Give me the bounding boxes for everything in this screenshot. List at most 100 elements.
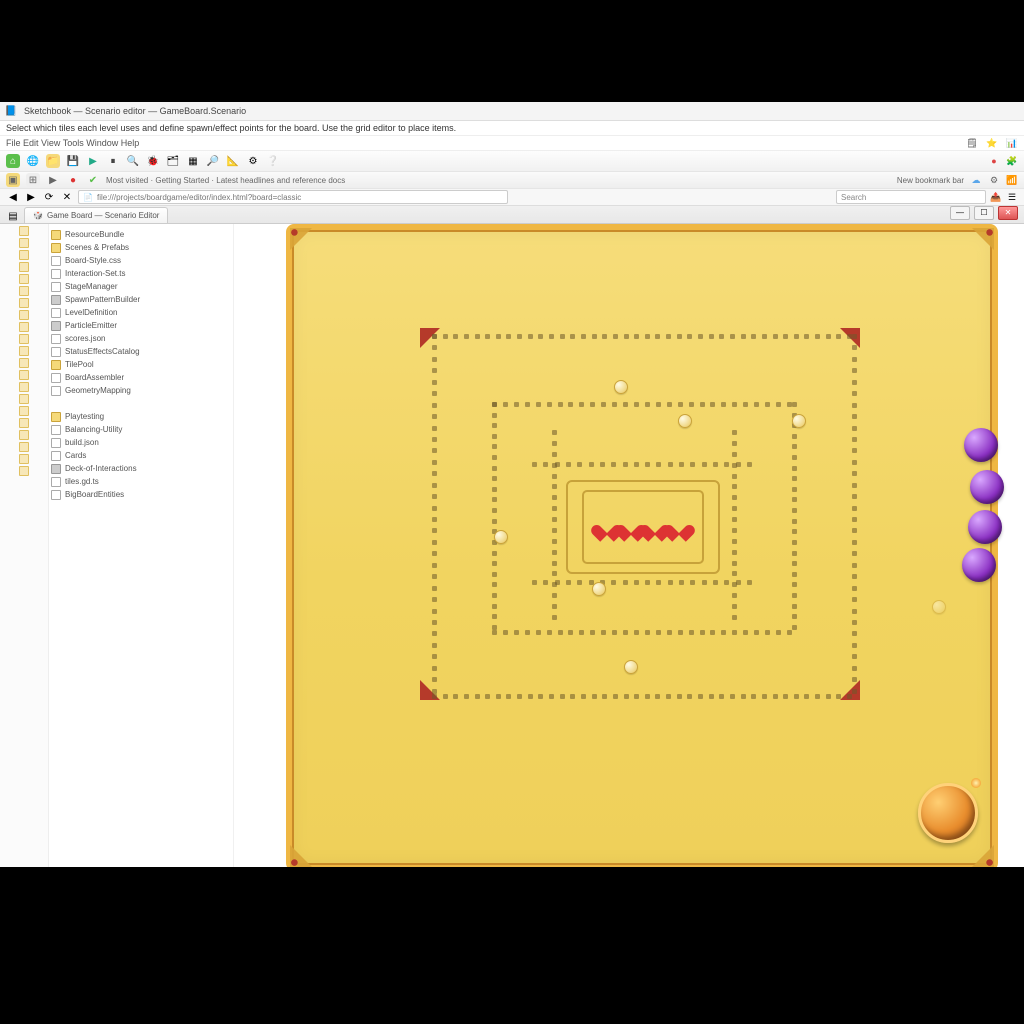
star-icon[interactable]: ⭐ — [986, 137, 998, 149]
extension-icon[interactable]: 🧩 — [1006, 155, 1018, 167]
tab-active[interactable]: 🎲 Game Board — Scenario Editor — [24, 207, 168, 223]
bookmark-newtab-icon[interactable]: ⊞ — [26, 173, 40, 187]
sprite-token[interactable] — [614, 380, 628, 394]
layers-icon[interactable]: 🗂 — [166, 154, 180, 168]
tree-item[interactable]: SpawnPatternBuilder — [51, 293, 231, 306]
sprite-token[interactable] — [792, 414, 806, 428]
tree-item[interactable]: Balancing-Utility — [51, 423, 231, 436]
tree-item[interactable]: Scenes & Prefabs — [51, 241, 231, 254]
tree-item[interactable]: BoardAssembler — [51, 371, 231, 384]
tree-item[interactable]: ResourceBundle — [51, 228, 231, 241]
tree-item[interactable]: StatusEffectsCatalog — [51, 345, 231, 358]
tree-item[interactable] — [51, 397, 231, 410]
chart-icon[interactable]: 📊 — [1006, 137, 1018, 149]
sprite-token[interactable] — [494, 530, 508, 544]
minimize-button[interactable]: — — [950, 206, 970, 220]
heart-icon[interactable] — [621, 518, 641, 536]
tree-item[interactable]: LevelDefinition — [51, 306, 231, 319]
center-card[interactable] — [582, 490, 704, 564]
tree-item[interactable]: StageManager — [51, 280, 231, 293]
tree-item[interactable]: build.json — [51, 436, 231, 449]
bookmark-right-text[interactable]: New bookmark bar — [897, 176, 964, 185]
maximize-button[interactable]: ☐ — [974, 206, 994, 220]
tree-item[interactable]: Interaction-Set.ts — [51, 267, 231, 280]
ruler-icon[interactable]: 📐 — [226, 154, 240, 168]
url-input[interactable]: 📄 file:///projects/boardgame/editor/inde… — [78, 190, 508, 204]
tree-item-label: ResourceBundle — [65, 230, 124, 239]
center-zone[interactable] — [566, 480, 720, 574]
bookmark-text[interactable]: Most visited · Getting Started · Latest … — [106, 176, 345, 185]
orb-token[interactable] — [964, 428, 998, 462]
orb-token[interactable] — [968, 510, 1002, 544]
header-description: Select which tiles each level uses and d… — [0, 121, 1024, 136]
gear-icon[interactable]: ⚙ — [246, 154, 260, 168]
help-icon[interactable]: ❔ — [266, 154, 280, 168]
favicon: 📄 — [83, 193, 93, 202]
sprite-token[interactable] — [932, 600, 946, 614]
file-icon — [51, 386, 61, 396]
game-board[interactable] — [286, 224, 998, 871]
bookmark-rec-icon[interactable]: ● — [66, 173, 80, 187]
notes-icon[interactable]: 🗒 — [966, 137, 978, 149]
menubar[interactable]: File Edit View Tools Window Help 🗒 ⭐ 📊 — [0, 136, 1024, 151]
bookmark-gear-icon[interactable]: ⚙ — [988, 174, 1000, 186]
zoom-icon[interactable]: 🔎 — [206, 154, 220, 168]
bookmark-ok-icon[interactable]: ✔ — [86, 173, 100, 187]
tree-item[interactable]: TilePool — [51, 358, 231, 371]
sidebar-toggle-icon[interactable]: ▤ — [6, 209, 20, 223]
tab-strip: ▤ 🎲 Game Board — Scenario Editor ⋯ — [0, 206, 1024, 224]
menubar-text[interactable]: File Edit View Tools Window Help — [6, 138, 139, 148]
tree-item-label: Interaction-Set.ts — [65, 269, 125, 278]
heart-icon[interactable] — [645, 518, 665, 536]
stop-icon[interactable]: ✕ — [60, 190, 74, 204]
orb-token[interactable] — [970, 470, 1004, 504]
share-icon[interactable]: 📤 — [990, 191, 1002, 203]
gutter-marker — [19, 334, 29, 344]
corner-ornament-icon — [972, 845, 994, 867]
corner-ornament-icon — [972, 228, 994, 250]
home-icon[interactable]: ⌂ — [6, 154, 20, 168]
tree-item[interactable]: GeometryMapping — [51, 384, 231, 397]
reload-icon[interactable]: ⟳ — [42, 190, 56, 204]
heart-icon[interactable] — [597, 518, 617, 536]
search-icon[interactable]: 🔍 — [126, 154, 140, 168]
tree-item[interactable]: ParticleEmitter — [51, 319, 231, 332]
globe-icon[interactable]: 🌐 — [26, 154, 40, 168]
search-input[interactable]: Search — [836, 190, 986, 204]
bug-icon[interactable]: 🐞 — [146, 154, 160, 168]
tree-item[interactable]: Playtesting — [51, 410, 231, 423]
project-tree[interactable]: ResourceBundle Scenes & PrefabsBoard-Styl… — [49, 224, 234, 879]
rss-icon[interactable]: 📶 — [1006, 174, 1018, 186]
folder-icon[interactable]: 📁 — [46, 154, 60, 168]
tree-item[interactable]: BigBoardEntities — [51, 488, 231, 501]
tree-item[interactable]: Board-Style.css — [51, 254, 231, 267]
tree-item[interactable]: tiles.gd.ts — [51, 475, 231, 488]
play-icon[interactable]: ▶ — [86, 154, 100, 168]
tree-item[interactable]: Deck-of-Interactions — [51, 462, 231, 475]
power-bomb[interactable] — [918, 783, 978, 843]
tree-item[interactable]: scores.json — [51, 332, 231, 345]
menu-icon[interactable]: ☰ — [1006, 191, 1018, 203]
gutter-marker — [19, 274, 29, 284]
pause-icon[interactable]: ⏸ — [106, 154, 120, 168]
cloud-icon[interactable]: ☁ — [970, 174, 982, 186]
main-toolbar: ⌂ 🌐 📁 💾 ▶ ⏸ 🔍 🐞 🗂 ▦ 🔎 📐 ⚙ ❔ ● 🧩 — [0, 151, 1024, 172]
bookmark-play-icon[interactable]: ▶ — [46, 173, 60, 187]
orb-token[interactable] — [962, 548, 996, 582]
url-text: file:///projects/boardgame/editor/index.… — [97, 193, 301, 202]
gutter-marker — [19, 430, 29, 440]
alert-icon[interactable]: ● — [988, 155, 1000, 167]
bookmark-folder-icon[interactable]: ▣ — [6, 173, 20, 187]
file-icon — [51, 451, 61, 461]
heart-icon[interactable] — [669, 518, 689, 536]
sprite-token[interactable] — [678, 414, 692, 428]
tree-item-label: SpawnPatternBuilder — [65, 295, 140, 304]
forward-icon[interactable]: ▶ — [24, 190, 38, 204]
back-icon[interactable]: ◀ — [6, 190, 20, 204]
save-icon[interactable]: 💾 — [66, 154, 80, 168]
sprite-token[interactable] — [624, 660, 638, 674]
sprite-token[interactable] — [592, 582, 606, 596]
close-button[interactable]: ✕ — [998, 206, 1018, 220]
grid-icon[interactable]: ▦ — [186, 154, 200, 168]
tree-item[interactable]: Cards — [51, 449, 231, 462]
